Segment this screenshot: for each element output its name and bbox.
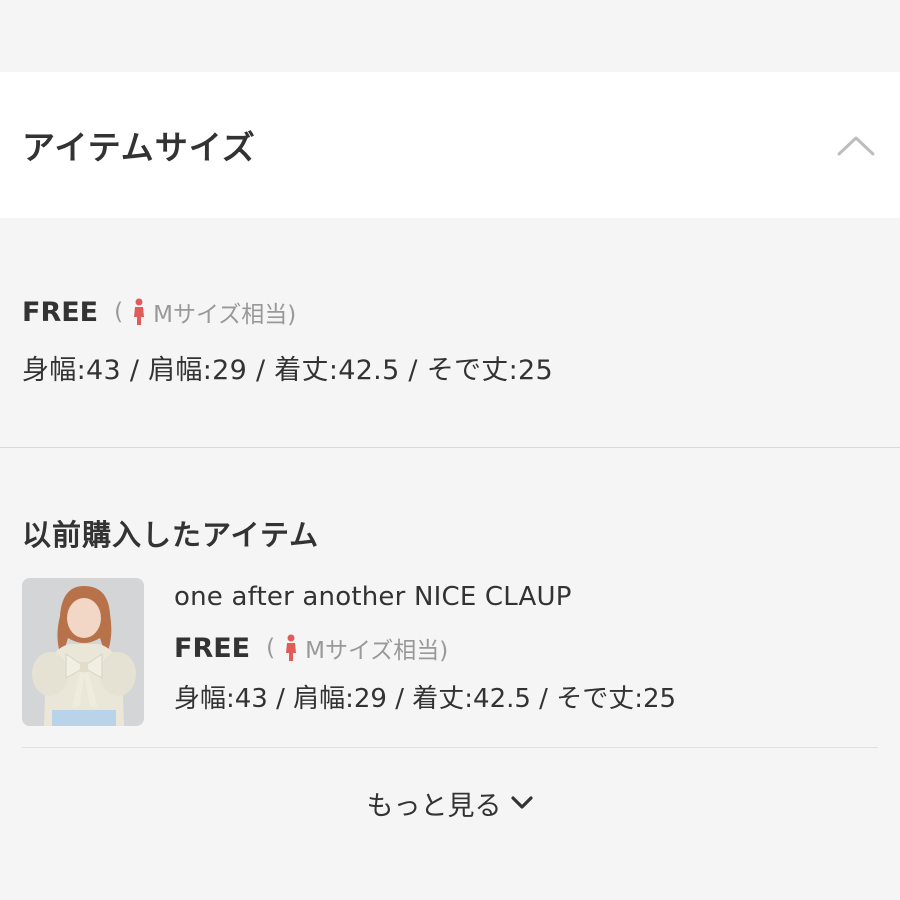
history-item[interactable]: one after another NICE CLAUP FREE ( Mサイズ… bbox=[22, 578, 878, 748]
history-size-name: FREE bbox=[174, 632, 251, 664]
product-thumbnail[interactable] bbox=[22, 578, 144, 726]
product-name[interactable]: one after another NICE CLAUP bbox=[174, 582, 676, 618]
chevron-up-icon[interactable] bbox=[836, 133, 876, 157]
size-equivalent: ( Mサイズ相当) bbox=[114, 295, 296, 329]
size-measurements: 身幅:43 / 肩幅:29 / 着丈:42.5 / そで丈:25 bbox=[22, 355, 553, 386]
history-size-equivalent-label: Mサイズ相当) bbox=[305, 638, 449, 664]
history-size-line: FREE ( Mサイズ相当) bbox=[174, 630, 676, 666]
chevron-down-icon bbox=[510, 794, 534, 812]
person-icon bbox=[131, 298, 147, 326]
purchase-history-title: 以前購入したアイテム bbox=[22, 518, 320, 552]
size-name: FREE bbox=[22, 296, 99, 328]
purchase-history: 以前購入したアイテム one after another NICE CLAUP … bbox=[0, 448, 900, 858]
size-details: FREE ( Mサイズ相当) 身幅:43 / 肩幅:29 / 着丈:42.5 /… bbox=[0, 218, 900, 448]
top-spacer bbox=[0, 0, 900, 72]
history-measurements: 身幅:43 / 肩幅:29 / 着丈:42.5 / そで丈:25 bbox=[174, 684, 677, 714]
history-size-equivalent: ( Mサイズ相当) bbox=[266, 631, 448, 665]
person-icon bbox=[283, 634, 299, 662]
size-equivalent-open: ( bbox=[114, 299, 124, 325]
size-line: FREE ( Mサイズ相当) bbox=[22, 294, 878, 330]
history-size-equivalent-open: ( bbox=[266, 635, 276, 661]
history-item-info: one after another NICE CLAUP FREE ( Mサイズ… bbox=[174, 578, 676, 747]
item-size-accordion-header[interactable]: アイテムサイズ bbox=[0, 72, 900, 218]
show-more-label: もっと見る bbox=[366, 790, 502, 822]
show-more-button[interactable]: もっと見る bbox=[22, 748, 878, 858]
size-equivalent-label: Mサイズ相当) bbox=[153, 302, 297, 328]
item-size-title: アイテムサイズ bbox=[22, 128, 256, 167]
